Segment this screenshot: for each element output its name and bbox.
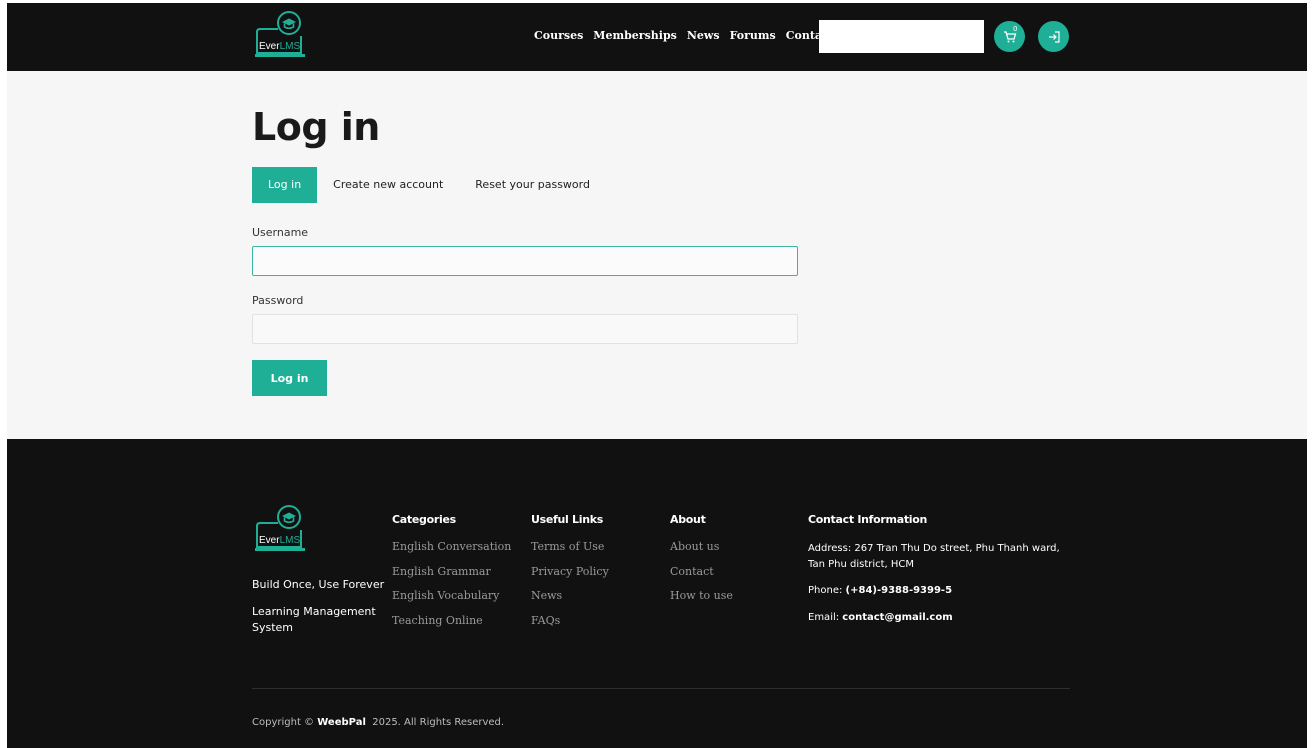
page-title: Log in xyxy=(252,105,380,149)
login-submit-button[interactable]: Log in xyxy=(252,360,327,396)
footer-subtagline: Learning Management System xyxy=(252,605,376,634)
site-footer: EverLMS Build Once, Use Forever Learning… xyxy=(7,439,1307,748)
footer-link[interactable]: English Conversation xyxy=(392,540,511,565)
password-label: Password xyxy=(252,294,304,307)
copyright-suffix: 2025. All Rights Reserved. xyxy=(365,717,505,728)
tab-log-in[interactable]: Log in xyxy=(252,167,318,203)
footer-phone-value[interactable]: (+84)-9388-9399-5 xyxy=(846,585,953,596)
footer-tagline: Build Once, Use Forever xyxy=(252,578,385,591)
footer-logo-text: EverLMS xyxy=(259,535,300,546)
username-field[interactable] xyxy=(252,246,798,276)
username-label: Username xyxy=(252,226,309,239)
footer-logo[interactable]: EverLMS xyxy=(253,503,307,559)
footer-contact-title: Contact Information xyxy=(808,513,928,526)
footer-phone-label: Phone: xyxy=(808,585,846,596)
cart-badge: 0 xyxy=(1013,25,1018,33)
footer-divider xyxy=(252,688,1070,689)
footer-link[interactable]: About us xyxy=(670,540,733,565)
footer-categories-list: English Conversation English Grammar Eng… xyxy=(392,540,511,638)
login-button[interactable] xyxy=(1038,21,1069,52)
logo-icon: EverLMS xyxy=(255,11,305,57)
footer-about-list: About us Contact How to use xyxy=(670,540,733,614)
footer-address: Address: 267 Tran Thu Do street, Phu Tha… xyxy=(808,543,1060,570)
page: EverLMS Courses Memberships News Forums … xyxy=(7,3,1307,748)
footer-about-title: About xyxy=(670,513,706,526)
footer-categories-title: Categories xyxy=(392,513,456,526)
nav-courses[interactable]: Courses xyxy=(534,29,583,42)
copyright-prefix: Copyright © xyxy=(252,717,318,728)
logo-text: EverLMS xyxy=(259,41,300,52)
footer-useful-links-title: Useful Links xyxy=(531,513,604,526)
nav-memberships[interactable]: Memberships xyxy=(593,29,677,42)
cart-button[interactable]: 0 xyxy=(994,21,1025,52)
auth-tabs: Log in Create new account Reset your pas… xyxy=(252,167,606,203)
footer-email: Email: contact@gmail.com xyxy=(808,610,1068,626)
footer-link[interactable]: Terms of Use xyxy=(531,540,609,565)
footer-useful-links-list: Terms of Use Privacy Policy News FAQs xyxy=(531,540,609,638)
footer-link[interactable]: News xyxy=(531,589,609,614)
tab-reset-password[interactable]: Reset your password xyxy=(459,167,606,203)
footer-email-value[interactable]: contact@gmail.com xyxy=(842,612,952,623)
footer-phone: Phone: (+84)-9388-9399-5 xyxy=(808,583,1068,599)
search-box xyxy=(819,20,995,53)
footer-link[interactable]: Contact xyxy=(670,565,733,590)
copyright: Copyright © WeebPal 2025. All Rights Res… xyxy=(252,717,504,728)
site-header: EverLMS Courses Memberships News Forums … xyxy=(7,3,1307,71)
copyright-brand[interactable]: WeebPal xyxy=(317,717,366,728)
search-input[interactable] xyxy=(840,20,995,53)
tab-create-account[interactable]: Create new account xyxy=(317,167,459,203)
footer-link[interactable]: Privacy Policy xyxy=(531,565,609,590)
nav-forums[interactable]: Forums xyxy=(730,29,776,42)
footer-link[interactable]: How to use xyxy=(670,589,733,614)
footer-email-label: Email: xyxy=(808,612,843,623)
logo-icon: EverLMS xyxy=(255,505,305,551)
password-field[interactable] xyxy=(252,314,798,344)
logo[interactable]: EverLMS xyxy=(253,9,307,65)
footer-link[interactable]: English Grammar xyxy=(392,565,511,590)
nav-news[interactable]: News xyxy=(687,29,720,42)
footer-link[interactable]: Teaching Online xyxy=(392,614,511,639)
footer-link[interactable]: FAQs xyxy=(531,614,609,639)
login-icon xyxy=(1048,30,1060,43)
footer-link[interactable]: English Vocabulary xyxy=(392,589,511,614)
main-nav: Courses Memberships News Forums Contact … xyxy=(534,29,863,42)
